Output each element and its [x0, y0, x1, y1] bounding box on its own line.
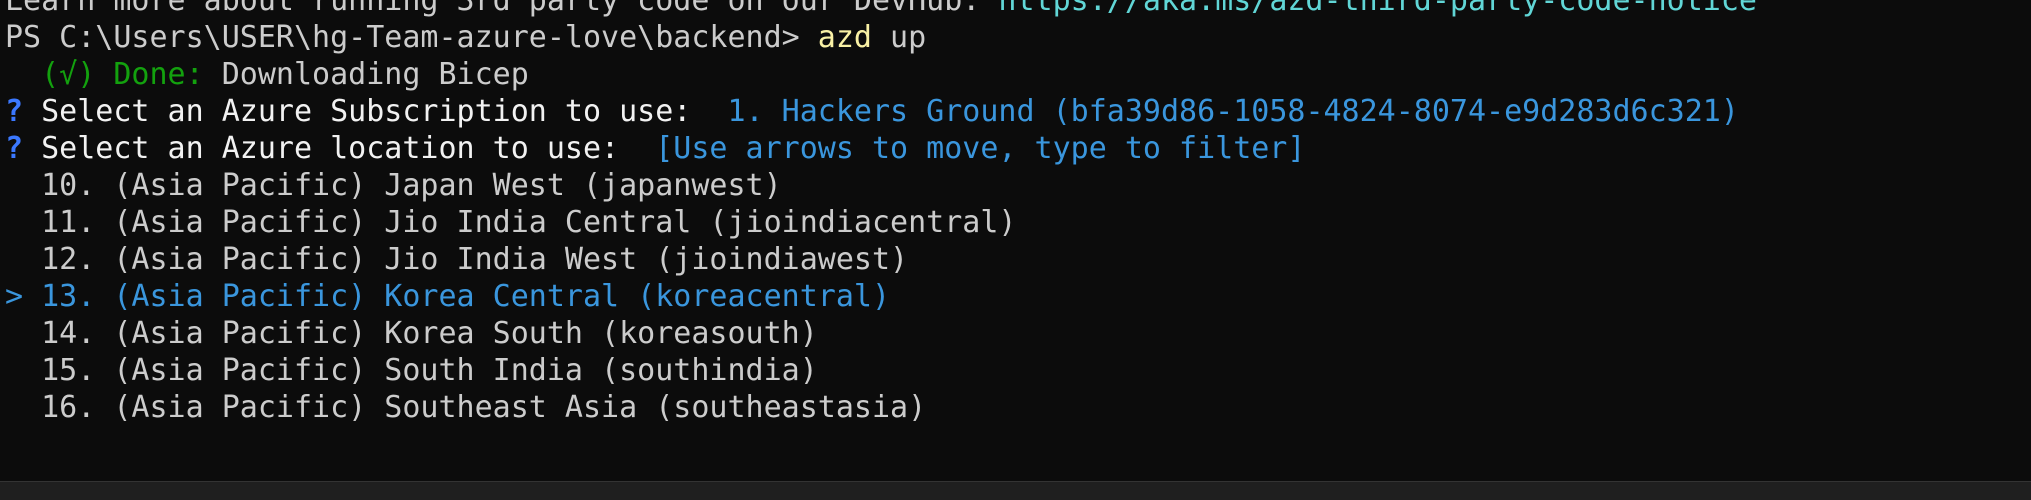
done-indent	[5, 57, 41, 92]
command-args: up	[871, 20, 927, 55]
location-option-jioindiawest[interactable]: 12. (Asia Pacific) Jio India West (jioin…	[0, 241, 2031, 278]
done-text: Downloading Bicep	[203, 57, 529, 92]
subscription-answer: 1. Hackers Ground (bfa39d86-1058-4824-80…	[727, 94, 1739, 129]
location-option-jioindiacentral[interactable]: 11. (Asia Pacific) Jio India Central (ji…	[0, 204, 2031, 241]
option-label: 12. (Asia Pacific) Jio India West (jioin…	[41, 242, 909, 277]
option-label: 15. (Asia Pacific) South India (southind…	[41, 353, 818, 388]
option-label: 16. (Asia Pacific) Southeast Asia (south…	[41, 390, 927, 425]
option-label: 10. (Asia Pacific) Japan West (japanwest…	[41, 168, 782, 203]
option-cursor	[5, 390, 41, 425]
location-question: ? Select an Azure location to use: [Use …	[0, 130, 2031, 167]
option-label: 14. (Asia Pacific) Korea South (koreasou…	[41, 316, 818, 351]
prompt-path: PS C:\Users\USER\hg-Team-azure-love\back…	[5, 20, 818, 55]
notice-text: Learn more about running 3rd party code …	[5, 0, 999, 18]
location-option-japanwest[interactable]: 10. (Asia Pacific) Japan West (japanwest…	[0, 167, 2031, 204]
option-cursor	[5, 242, 41, 277]
option-cursor	[5, 168, 41, 203]
done-line: (√) Done: Downloading Bicep	[0, 56, 2031, 93]
location-option-koreacentral-selected[interactable]: > 13. (Asia Pacific) Korea Central (kore…	[0, 278, 2031, 315]
location-hint: [Use arrows to move, type to filter]	[655, 131, 1306, 166]
done-status: (√) Done:	[41, 57, 204, 92]
location-option-southindia[interactable]: 15. (Asia Pacific) South India (southind…	[0, 352, 2031, 389]
subscription-question-label: Select an Azure Subscription to use:	[23, 94, 728, 129]
option-label: 13. (Asia Pacific) Korea Central (koreac…	[41, 279, 891, 314]
location-options-list[interactable]: 10. (Asia Pacific) Japan West (japanwest…	[0, 167, 2031, 426]
location-option-koreasouth[interactable]: 14. (Asia Pacific) Korea South (koreasou…	[0, 315, 2031, 352]
option-cursor	[5, 353, 41, 388]
location-question-label: Select an Azure location to use:	[23, 131, 656, 166]
third-party-notice-line: Learn more about running 3rd party code …	[0, 0, 2031, 19]
horizontal-scrollbar[interactable]	[0, 481, 2031, 500]
subscription-question: ? Select an Azure Subscription to use: 1…	[0, 93, 2031, 130]
location-option-southeastasia[interactable]: 16. (Asia Pacific) Southeast Asia (south…	[0, 389, 2031, 426]
command-name: azd	[817, 20, 872, 55]
question-mark-icon: ?	[5, 94, 24, 129]
terminal-output[interactable]: Learn more about running 3rd party code …	[0, 0, 2031, 452]
selection-cursor-icon: >	[5, 279, 42, 314]
question-mark-icon: ?	[5, 131, 24, 166]
prompt-line: PS C:\Users\USER\hg-Team-azure-love\back…	[0, 19, 2031, 56]
option-cursor	[5, 316, 41, 351]
notice-link[interactable]: https://aka.ms/azd-third-party-code-noti…	[998, 0, 1757, 18]
option-cursor	[5, 205, 41, 240]
option-label: 11. (Asia Pacific) Jio India Central (ji…	[41, 205, 1017, 240]
